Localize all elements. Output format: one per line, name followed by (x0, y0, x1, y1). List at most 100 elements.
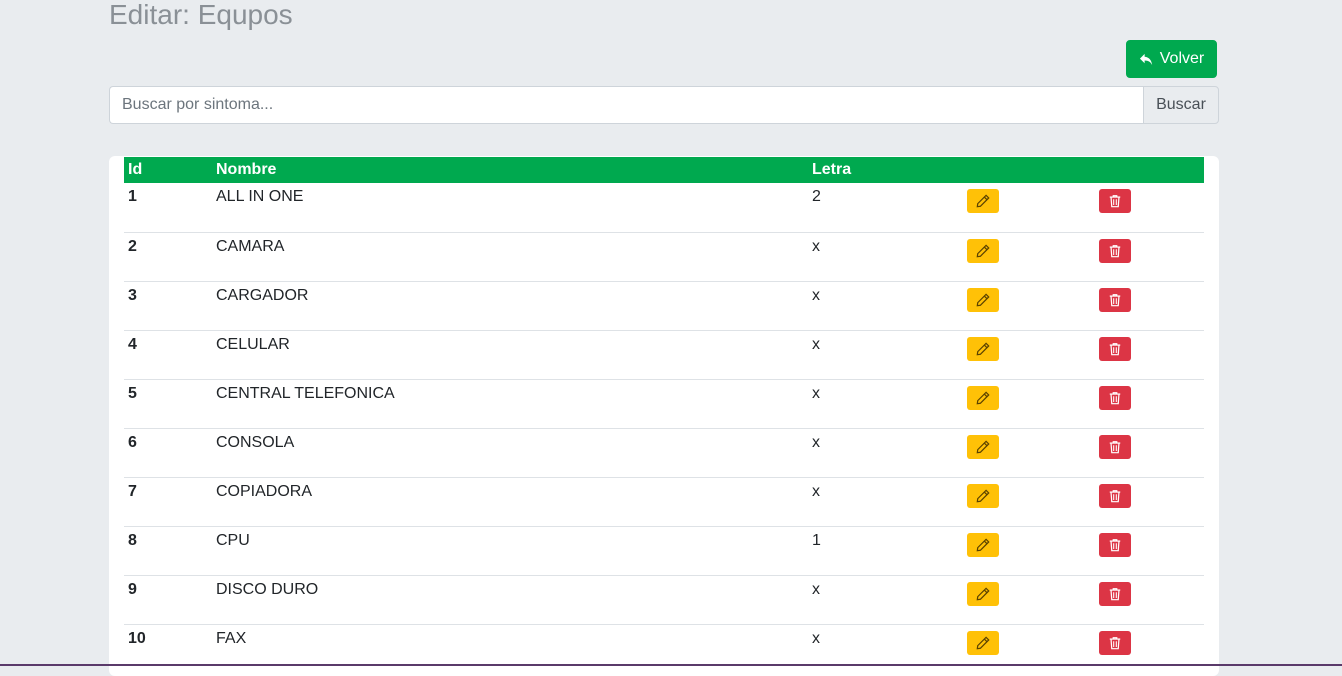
cell-delete (1091, 183, 1204, 232)
cell-letra: 2 (812, 188, 821, 205)
edit-button[interactable] (967, 189, 999, 213)
page-title: Editar: Equpos (109, 0, 293, 30)
cell-edit (959, 280, 1091, 330)
cell-letra: x (808, 427, 959, 477)
table-row: 4 CELULAR x (124, 329, 1204, 379)
cell-id: 7 (124, 476, 212, 526)
cell-delete (1091, 574, 1204, 624)
cell-id: 8 (124, 525, 212, 575)
cell-delete (1091, 280, 1204, 330)
search-input[interactable] (109, 86, 1143, 124)
edit-button[interactable] (967, 336, 999, 361)
cell-nombre: DISCO DURO (212, 574, 808, 624)
table-row: 1 ALL IN ONE 2 (124, 183, 1204, 232)
cell-delete (1091, 525, 1204, 575)
search-button[interactable]: Buscar (1143, 86, 1219, 124)
equipment-table: Id Nombre Letra 1 ALL IN ONE 2 2 CAMARA x 3 CAR… (124, 157, 1204, 673)
cell-id: 1 (128, 188, 137, 205)
delete-button[interactable] (1099, 336, 1131, 361)
cell-id: 4 (124, 329, 212, 379)
cell-id: 9 (124, 574, 212, 624)
pencil-icon (976, 341, 990, 356)
cell-edit (959, 476, 1091, 526)
edit-button[interactable] (967, 630, 999, 655)
delete-button[interactable] (1099, 483, 1131, 508)
cell-delete (1091, 329, 1204, 379)
search-group: Buscar (109, 86, 1219, 124)
pencil-icon (976, 635, 990, 650)
pencil-icon (976, 488, 990, 503)
pencil-icon (976, 292, 990, 307)
pencil-icon (976, 243, 990, 258)
table-header-row: Id Nombre Letra (124, 157, 1204, 183)
pencil-icon (976, 439, 990, 454)
trash-icon (1108, 489, 1122, 503)
table-row: 5 CENTRAL TELEFONICA x (124, 378, 1204, 428)
trash-icon (1108, 587, 1122, 601)
cell-edit (959, 525, 1091, 575)
cell-edit (959, 329, 1091, 379)
equipment-table-card: Id Nombre Letra 1 ALL IN ONE 2 2 CAMARA x 3 CAR… (109, 156, 1219, 676)
edit-button[interactable] (967, 385, 999, 410)
cell-nombre: CPU (212, 525, 808, 575)
edit-button[interactable] (967, 483, 999, 508)
edit-button[interactable] (967, 238, 999, 263)
cell-letra: x (808, 329, 959, 379)
cell-edit (959, 574, 1091, 624)
back-button-label: Volver (1159, 50, 1205, 67)
pencil-icon (976, 390, 990, 405)
trash-icon (1108, 244, 1122, 258)
column-header-delete (1091, 157, 1204, 183)
edit-button[interactable] (967, 434, 999, 459)
cell-letra: x (808, 574, 959, 624)
pencil-icon (976, 537, 990, 552)
cell-edit (959, 427, 1091, 477)
cell-id: 5 (124, 378, 212, 428)
cell-letra: x (808, 378, 959, 428)
cell-nombre: COPIADORA (212, 476, 808, 526)
delete-button[interactable] (1099, 287, 1131, 312)
cell-delete (1091, 427, 1204, 477)
cell-nombre: CONSOLA (212, 427, 808, 477)
cell-letra: x (808, 476, 959, 526)
trash-icon (1108, 194, 1122, 208)
delete-button[interactable] (1099, 630, 1131, 655)
column-header-letra: Letra (812, 161, 852, 178)
cell-letra: x (808, 280, 959, 330)
trash-icon (1108, 293, 1122, 307)
table-row: 2 CAMARA x (124, 231, 1204, 281)
reply-icon (1139, 53, 1152, 65)
delete-button[interactable] (1099, 238, 1131, 263)
cell-letra: 1 (808, 525, 959, 575)
edit-button[interactable] (967, 532, 999, 557)
cell-nombre: ALL IN ONE (216, 188, 304, 205)
trash-icon (1108, 440, 1122, 454)
column-header-nombre: Nombre (216, 161, 277, 178)
pencil-icon (976, 586, 990, 601)
delete-button[interactable] (1099, 385, 1131, 410)
trash-icon (1108, 538, 1122, 552)
column-header-id: Id (128, 161, 143, 178)
trash-icon (1108, 391, 1122, 405)
cell-id: 3 (124, 280, 212, 330)
delete-button[interactable] (1099, 434, 1131, 459)
delete-button[interactable] (1099, 581, 1131, 606)
trash-icon (1108, 636, 1122, 650)
cell-edit (959, 378, 1091, 428)
cell-id: 6 (124, 427, 212, 477)
column-header-edit (959, 157, 1091, 183)
table-row: 9 DISCO DURO x (124, 574, 1204, 624)
pencil-icon (976, 194, 990, 208)
delete-button[interactable] (1099, 189, 1131, 213)
cell-nombre: CELULAR (212, 329, 808, 379)
delete-button[interactable] (1099, 532, 1131, 557)
table-body: 1 ALL IN ONE 2 2 CAMARA x 3 CARGADOR x 4 CELULAR x 5… (124, 183, 1204, 673)
edit-button[interactable] (967, 581, 999, 606)
cell-edit (959, 231, 1091, 281)
back-button[interactable]: Volver (1126, 40, 1217, 78)
cell-delete (1091, 378, 1204, 428)
table-row: 7 COPIADORA x (124, 476, 1204, 526)
edit-button[interactable] (967, 287, 999, 312)
cell-nombre: CAMARA (212, 231, 808, 281)
cell-id: 2 (124, 231, 212, 281)
